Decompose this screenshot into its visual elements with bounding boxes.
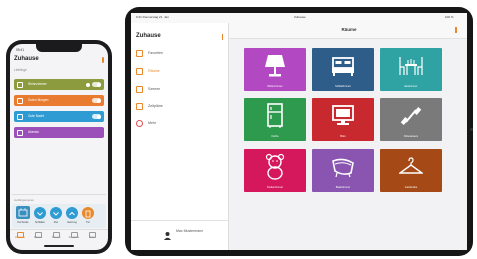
room-tile-kueche[interactable]: Küche — [244, 98, 306, 141]
tablet-status-time: 9:41 Donnerstag 21. Jan — [136, 15, 169, 19]
room-label: Garderobe — [404, 186, 418, 189]
favorite-label: Kochzeile — [17, 221, 29, 224]
favorite-heizung-button[interactable] — [66, 207, 78, 219]
room-tile-buero[interactable]: Büro — [312, 98, 374, 141]
room-tile-schlafzimmer[interactable]: Schlafzimmer — [312, 48, 374, 91]
hanger-icon — [399, 157, 423, 174]
user-name: Max Mustermann — [176, 229, 204, 233]
phone-more-icon[interactable] — [102, 57, 104, 63]
chevron-down-icon — [37, 212, 43, 216]
sidebar-item-raeume[interactable]: Räume — [136, 65, 224, 79]
sidebar-item-label: Mehr — [148, 121, 157, 125]
dining-icon — [399, 57, 423, 75]
room-label: Fitnessraum — [403, 135, 419, 138]
room-label: Badezimmer — [335, 186, 351, 189]
sidebar-divider — [131, 220, 228, 221]
content-title: Räume — [341, 27, 357, 32]
phone-title: Zuhause — [14, 56, 39, 62]
home-indicator — [44, 245, 74, 247]
tab-zeitplaene[interactable]: Zeitpläne — [67, 236, 81, 239]
scene-icon — [17, 81, 23, 88]
phone-scenes-list: Wohnzimmer Guten Morgen Gute Nacht Abend… — [10, 79, 108, 153]
room-tile-fitnessraum[interactable]: Fitnessraum — [380, 98, 442, 141]
sidebar-title: Zuhause — [136, 33, 161, 39]
favorite-kochzeile-button[interactable] — [16, 206, 30, 219]
phone-subtitle: Lieblinge — [14, 68, 27, 72]
scene-icon — [17, 129, 23, 136]
room-label: Büro — [340, 135, 346, 138]
scene-toggle[interactable] — [92, 114, 101, 119]
tab-mehr[interactable]: Mehr — [85, 236, 99, 239]
scene-toggle[interactable] — [92, 82, 101, 87]
tab-raeume[interactable]: Räume — [31, 236, 45, 239]
favorite-schlafen-button[interactable] — [34, 207, 46, 219]
dumbbell-icon — [400, 107, 422, 125]
phone-status-time: 09:41 — [16, 48, 24, 52]
room-tile-kinderzimmer[interactable]: Kinderzimmer — [244, 149, 306, 192]
star-icon — [136, 50, 143, 57]
favorite-label: Tür — [86, 221, 90, 224]
favorite-label: Schlafen — [34, 221, 46, 224]
tablet-camera — [470, 128, 473, 131]
clock-icon — [136, 103, 143, 110]
room-label: Esszimmer — [404, 85, 418, 88]
room-label: Wohnzimmer — [267, 85, 283, 88]
scene-dot — [86, 82, 90, 87]
scene-icon — [136, 86, 143, 93]
tabbar-divider — [10, 229, 108, 230]
sidebar-item-label: Szenen — [148, 87, 161, 91]
favorite-flur-button[interactable] — [50, 207, 62, 219]
door-icon — [85, 210, 91, 218]
sidebar-item-zeitplaene[interactable]: Zeitpläne — [136, 100, 224, 114]
scene-item-guten-morgen[interactable]: Guten Morgen — [14, 95, 104, 106]
sidebar-item-mehr[interactable]: Mehr — [136, 117, 224, 131]
tablet-status-center: Zuhause — [294, 15, 306, 19]
user-avatar-icon[interactable] — [163, 227, 172, 240]
fridge-icon — [267, 103, 283, 128]
computer-icon — [332, 105, 354, 125]
room-label: Küche — [271, 135, 279, 138]
scene-item-wohnzimmer[interactable]: Wohnzimmer — [14, 79, 104, 90]
favorite-tuer-button[interactable] — [82, 207, 94, 219]
tab-szenen[interactable]: Szenen — [49, 236, 63, 239]
more-icon — [136, 120, 143, 127]
sidebar-edit-icon[interactable] — [222, 34, 223, 40]
room-tile-badezimmer[interactable]: Badezimmer — [312, 149, 374, 192]
scene-icon — [17, 97, 23, 104]
scene-label: Gute Nacht — [28, 114, 45, 118]
scene-item-gute-nacht[interactable]: Gute Nacht — [14, 111, 104, 122]
room-label: Kinderzimmer — [267, 186, 283, 189]
room-tile-garderobe[interactable]: Garderobe — [380, 149, 442, 192]
scene-label: Guten Morgen — [28, 98, 49, 102]
sidebar-item-favoriten[interactable]: Favoriten — [136, 47, 224, 61]
favorite-label: Heizung — [67, 221, 77, 224]
favorites-header: Lieblingsszenen — [14, 198, 35, 202]
scene-icon — [17, 113, 23, 120]
room-label: Schlafzimmer — [335, 85, 351, 88]
header-more-icon[interactable] — [455, 27, 457, 33]
scene-label: Abends — [28, 130, 39, 134]
sidebar-item-szenen[interactable]: Szenen — [136, 83, 224, 97]
favorite-label: Flur — [53, 221, 59, 224]
phone-divider — [12, 194, 106, 195]
tab-zuhause[interactable]: Zuhause — [13, 236, 27, 239]
scene-item-abends[interactable]: Abends — [14, 127, 104, 138]
sidebar-item-label: Favoriten — [148, 51, 163, 55]
room-icon — [136, 68, 143, 75]
chevron-down-icon — [53, 212, 59, 216]
scene-toggle[interactable] — [92, 98, 101, 103]
sidebar-item-label: Zeitpläne — [148, 104, 163, 108]
bathtub-icon — [332, 158, 354, 178]
phone-notch — [36, 44, 82, 52]
tablet-status-battery: 100 % — [445, 15, 454, 19]
room-tile-wohnzimmer[interactable]: Wohnzimmer — [244, 48, 306, 91]
stove-icon — [18, 208, 28, 217]
scene-label: Wohnzimmer — [28, 82, 47, 86]
sidebar-item-label: Räume — [148, 69, 160, 73]
room-tile-esszimmer[interactable]: Esszimmer — [380, 48, 442, 91]
teddy-icon — [265, 153, 285, 180]
bed-icon — [332, 57, 354, 76]
chevron-up-icon — [69, 211, 75, 216]
lamp-icon — [265, 55, 285, 77]
